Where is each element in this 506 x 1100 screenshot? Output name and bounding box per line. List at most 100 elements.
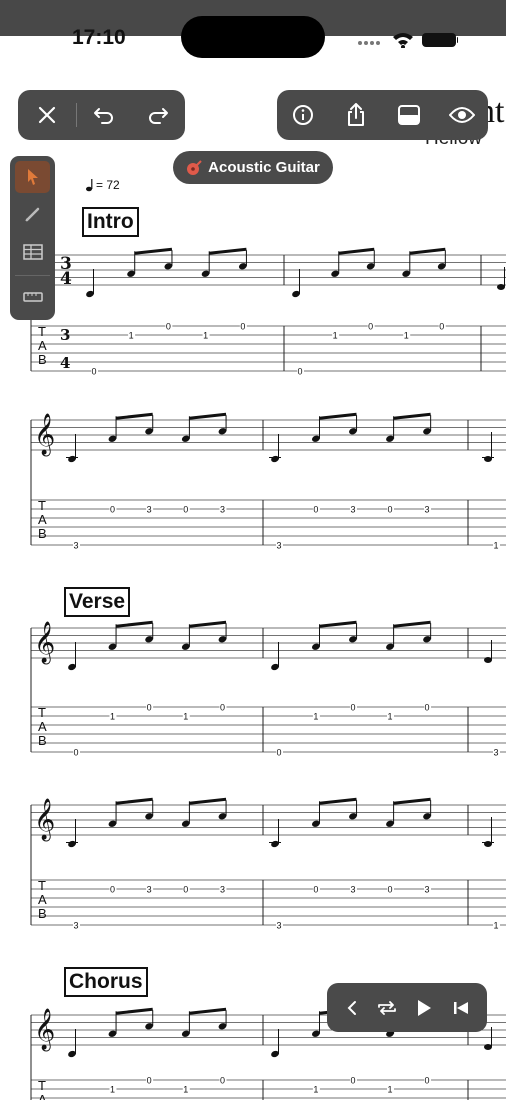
ruler-icon bbox=[22, 292, 43, 302]
info-button[interactable] bbox=[278, 90, 328, 140]
share-button[interactable] bbox=[331, 90, 381, 140]
note-beam bbox=[393, 797, 431, 805]
note-beam bbox=[319, 797, 357, 805]
treble-clef: 𝄞 bbox=[34, 621, 55, 664]
undo-button[interactable] bbox=[77, 90, 131, 140]
tab-letter-a: A bbox=[38, 719, 47, 734]
tab-fret: 1 bbox=[203, 331, 208, 341]
preview-button[interactable] bbox=[437, 90, 487, 140]
tab-fret: 3 bbox=[425, 505, 430, 515]
eye-icon bbox=[448, 107, 475, 123]
note-beam bbox=[409, 247, 446, 255]
tab-fret: 0 bbox=[388, 505, 393, 515]
note-beam bbox=[189, 1007, 227, 1015]
tab-letter-b: B bbox=[38, 733, 47, 748]
tab-fret: 0 bbox=[74, 748, 79, 758]
treble-clef: 𝄞 bbox=[34, 1008, 55, 1051]
note-head bbox=[484, 657, 492, 663]
layout-button[interactable] bbox=[384, 90, 434, 140]
pencil-icon bbox=[24, 207, 39, 222]
note-beam bbox=[209, 247, 247, 255]
tab-fret: 0 bbox=[439, 322, 444, 332]
note-beam bbox=[115, 620, 153, 628]
share-icon bbox=[348, 103, 365, 126]
tab-fret: 0 bbox=[313, 885, 318, 895]
tab-letter-a: A bbox=[38, 892, 47, 907]
tab-fret: 3 bbox=[220, 505, 225, 515]
tab-letter-t: T bbox=[38, 878, 46, 893]
tab-fret: 0 bbox=[240, 322, 245, 332]
tab-time-top: 3 bbox=[60, 326, 70, 344]
tab-fret: 1 bbox=[183, 1085, 188, 1095]
chevron-left-icon bbox=[347, 1000, 356, 1015]
select-tool[interactable] bbox=[15, 161, 50, 193]
note-beam bbox=[319, 412, 357, 420]
tab-letter-b: B bbox=[38, 352, 47, 367]
loop-button[interactable] bbox=[370, 988, 404, 1028]
tab-fret: 0 bbox=[220, 703, 225, 713]
tab-fret: 0 bbox=[220, 1076, 225, 1086]
close-icon bbox=[38, 106, 56, 124]
instrument-selector[interactable]: Acoustic Guitar bbox=[173, 151, 333, 184]
note-beam bbox=[189, 797, 227, 805]
tab-fret: 0 bbox=[110, 505, 115, 515]
pencil-tool[interactable] bbox=[15, 198, 50, 230]
tab-fret: 0 bbox=[166, 322, 171, 332]
redo-button[interactable] bbox=[131, 90, 185, 140]
undo-icon bbox=[94, 108, 113, 124]
tempo-marking: = 72 bbox=[86, 178, 120, 192]
playback-controls bbox=[327, 983, 487, 1032]
note-beam bbox=[189, 620, 227, 628]
tab-fret: 0 bbox=[425, 703, 430, 713]
note-beam bbox=[393, 412, 431, 420]
quarter-note-icon bbox=[86, 179, 93, 192]
tab-fret: 3 bbox=[74, 921, 79, 931]
tab-fret: 3 bbox=[425, 885, 430, 895]
note-beam bbox=[393, 620, 431, 628]
ruler-tool[interactable] bbox=[15, 281, 50, 313]
info-icon bbox=[293, 105, 314, 125]
tab-fret: 0 bbox=[147, 703, 152, 713]
tab-fret: 1 bbox=[333, 331, 338, 341]
tab-fret: 1 bbox=[183, 712, 188, 722]
tab-fret: 0 bbox=[298, 367, 303, 377]
tab-letter-a: A bbox=[38, 338, 47, 353]
tab-fret: 1 bbox=[404, 331, 409, 341]
tool-palette bbox=[10, 156, 55, 320]
tab-fret: 0 bbox=[147, 1076, 152, 1086]
note-beam bbox=[338, 247, 375, 255]
tab-fret: 1 bbox=[313, 1085, 318, 1095]
note-beam bbox=[134, 247, 173, 255]
collapse-player-button[interactable] bbox=[337, 988, 367, 1028]
treble-clef: 𝄞 bbox=[34, 413, 55, 456]
section-label-chorus: Chorus bbox=[64, 967, 148, 997]
time-sig-bottom: 4 bbox=[60, 269, 72, 289]
tab-letter-a: A bbox=[38, 1092, 47, 1100]
tab-letter-t: T bbox=[38, 705, 46, 720]
note-beam bbox=[115, 1007, 153, 1015]
table-tool[interactable] bbox=[15, 236, 50, 268]
tempo-value: = 72 bbox=[96, 178, 120, 192]
treble-clef: 𝄞 bbox=[34, 798, 55, 841]
layout-icon bbox=[397, 105, 420, 125]
tab-fret: 1 bbox=[388, 712, 393, 722]
tab-time-bottom: 4 bbox=[60, 354, 70, 372]
table-icon bbox=[22, 244, 43, 260]
note-head bbox=[497, 284, 505, 290]
close-button[interactable] bbox=[18, 90, 76, 140]
note-head bbox=[484, 841, 492, 847]
tab-fret: 1 bbox=[110, 1085, 115, 1095]
skip-to-start-button[interactable] bbox=[444, 988, 478, 1028]
palette-divider bbox=[15, 275, 50, 276]
tab-letter-t: T bbox=[38, 324, 46, 339]
instrument-name: Acoustic Guitar bbox=[208, 159, 320, 176]
tab-fret: 0 bbox=[313, 505, 318, 515]
note-head bbox=[484, 456, 492, 462]
tab-fret: 3 bbox=[220, 885, 225, 895]
skip-back-icon bbox=[453, 1001, 468, 1014]
tab-fret: 0 bbox=[350, 1076, 355, 1086]
play-button[interactable] bbox=[407, 988, 441, 1028]
tab-fret: 3 bbox=[277, 541, 282, 551]
view-toolbar bbox=[277, 90, 488, 140]
note-beam bbox=[115, 797, 153, 805]
